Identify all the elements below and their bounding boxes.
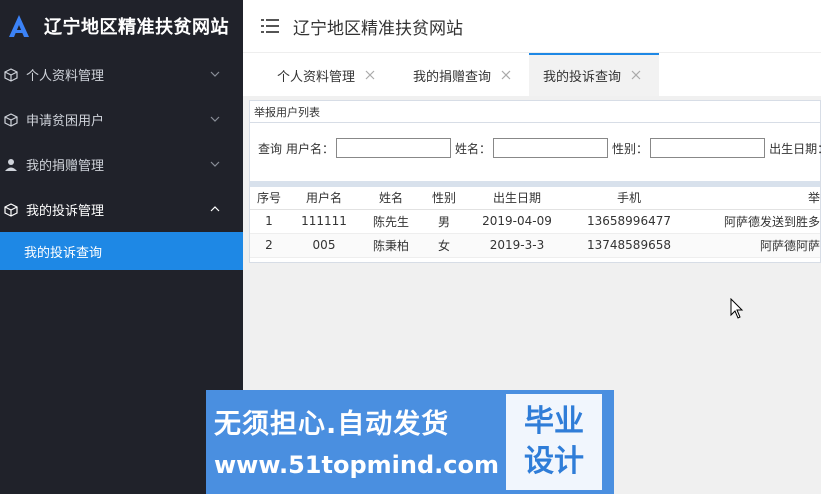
menu-toggle-icon[interactable] (261, 18, 281, 34)
cell-phone: 13658996477 (568, 209, 690, 234)
col-header-report: 举 (690, 187, 820, 210)
report-list-panel: 举报用户列表 查询 用户名： 姓名： 性别： 出生日期： 序号 用户名 姓名 性… (249, 100, 821, 263)
cube-icon (4, 112, 18, 127)
cell-report: 阿萨德阿萨 (690, 233, 820, 258)
cell-index: 1 (250, 209, 288, 234)
tab-label: 我的捐赠查询 (413, 69, 492, 85)
cell-name: 陈秉柏 (360, 233, 422, 258)
sidebar-subitem-complaint-query[interactable]: 我的投诉查询 (0, 232, 243, 270)
col-header-index: 序号 (250, 187, 288, 210)
sidebar-submenu: 我的投诉查询 (0, 232, 243, 270)
close-icon[interactable] (501, 70, 511, 80)
tab-complaint-query[interactable]: 我的投诉查询 (529, 53, 660, 97)
watermark-banner: 无须担心.自动发货 www.51topmind.com 毕业 设计 (206, 390, 614, 494)
watermark-badge: 毕业 设计 (506, 394, 602, 490)
badge-bottom: 设计 (524, 444, 584, 479)
report-table: 序号 用户名 姓名 性别 出生日期 手机 举 1 111111 陈先生 男 20… (250, 187, 820, 258)
cube-icon (4, 67, 18, 82)
watermark-line1: 无须担心.自动发货 (214, 409, 450, 440)
cell-gender: 女 (422, 233, 466, 258)
cell-phone: 13748589658 (568, 233, 690, 258)
sidebar-item-label: 个人资料管理 (26, 69, 105, 84)
tab-label: 我的投诉查询 (543, 69, 622, 85)
cell-index: 2 (250, 233, 288, 258)
panel-title: 举报用户列表 (250, 101, 820, 123)
name-label: 姓名： (455, 141, 492, 156)
mouse-cursor-icon (730, 298, 744, 319)
close-icon[interactable] (631, 70, 641, 80)
sidebar-item-donation[interactable]: 我的捐赠管理 (0, 142, 243, 187)
close-icon[interactable] (365, 70, 375, 80)
table-header-row: 序号 用户名 姓名 性别 出生日期 手机 举 (250, 187, 820, 210)
chevron-down-icon (210, 161, 220, 167)
sidebar-item-complaint[interactable]: 我的投诉管理 (0, 187, 243, 232)
cell-name: 陈先生 (360, 209, 422, 234)
sidebar-item-label: 申请贫困用户 (26, 114, 105, 129)
app-title: 辽宁地区精准扶贫网站 (44, 17, 229, 38)
query-label: 查询 (258, 141, 283, 156)
tab-label: 个人资料管理 (277, 69, 356, 85)
name-input[interactable] (493, 138, 609, 158)
gender-input[interactable] (650, 138, 766, 158)
top-header: 辽宁地区精准扶贫网站 (243, 0, 821, 52)
tab-bar: 个人资料管理 我的捐赠查询 我的投诉查询 (243, 52, 821, 97)
badge-top: 毕业 (524, 404, 584, 439)
col-header-phone: 手机 (568, 187, 690, 210)
sidebar-item-apply-poor-user[interactable]: 申请贫困用户 (0, 97, 243, 142)
header-title: 辽宁地区精准扶贫网站 (293, 18, 463, 39)
username-label: 用户名： (286, 141, 335, 156)
cell-birth-date: 2019-04-09 (466, 209, 568, 234)
watermark-text: 无须担心.自动发货 www.51topmind.com (206, 390, 506, 494)
col-header-gender: 性别 (422, 187, 466, 210)
cube-icon (4, 202, 18, 217)
sidebar-item-label: 我的捐赠管理 (26, 159, 105, 174)
search-bar: 查询 用户名： 姓名： 性别： 出生日期： (250, 123, 821, 173)
sidebar-item-label: 我的投诉管理 (26, 204, 105, 219)
cell-username: 005 (288, 233, 360, 258)
col-header-username: 用户名 (288, 187, 360, 210)
watermark-url: www.51topmind.com (214, 451, 499, 479)
table-row[interactable]: 2 005 陈秉柏 女 2019-3-3 13748589658 阿萨德阿萨 (250, 233, 820, 258)
birth-date-label: 出生日期： (769, 141, 821, 156)
tab-profile[interactable]: 个人资料管理 (243, 53, 393, 97)
table-row[interactable]: 1 111111 陈先生 男 2019-04-09 13658996477 阿萨… (250, 209, 820, 234)
col-header-name: 姓名 (360, 187, 422, 210)
cell-username: 111111 (288, 209, 360, 234)
chevron-down-icon (210, 116, 220, 122)
username-input[interactable] (336, 138, 452, 158)
cell-report: 阿萨德发送到胜多 (690, 209, 820, 234)
cell-gender: 男 (422, 209, 466, 234)
gender-label: 性别： (612, 141, 649, 156)
tab-donation-query[interactable]: 我的捐赠查询 (393, 53, 529, 97)
logo-bar: 辽宁地区精准扶贫网站 (0, 0, 243, 52)
sidebar-item-profile[interactable]: 个人资料管理 (0, 52, 243, 97)
col-header-birth-date: 出生日期 (466, 187, 568, 210)
user-icon (5, 158, 17, 171)
cell-birth-date: 2019-3-3 (466, 233, 568, 258)
chevron-down-icon (210, 71, 220, 77)
sidebar-menu: 个人资料管理 申请贫困用户 我的捐赠管理 我的投诉管理 (0, 52, 243, 232)
logo-icon (9, 15, 29, 37)
chevron-up-icon (210, 206, 220, 212)
